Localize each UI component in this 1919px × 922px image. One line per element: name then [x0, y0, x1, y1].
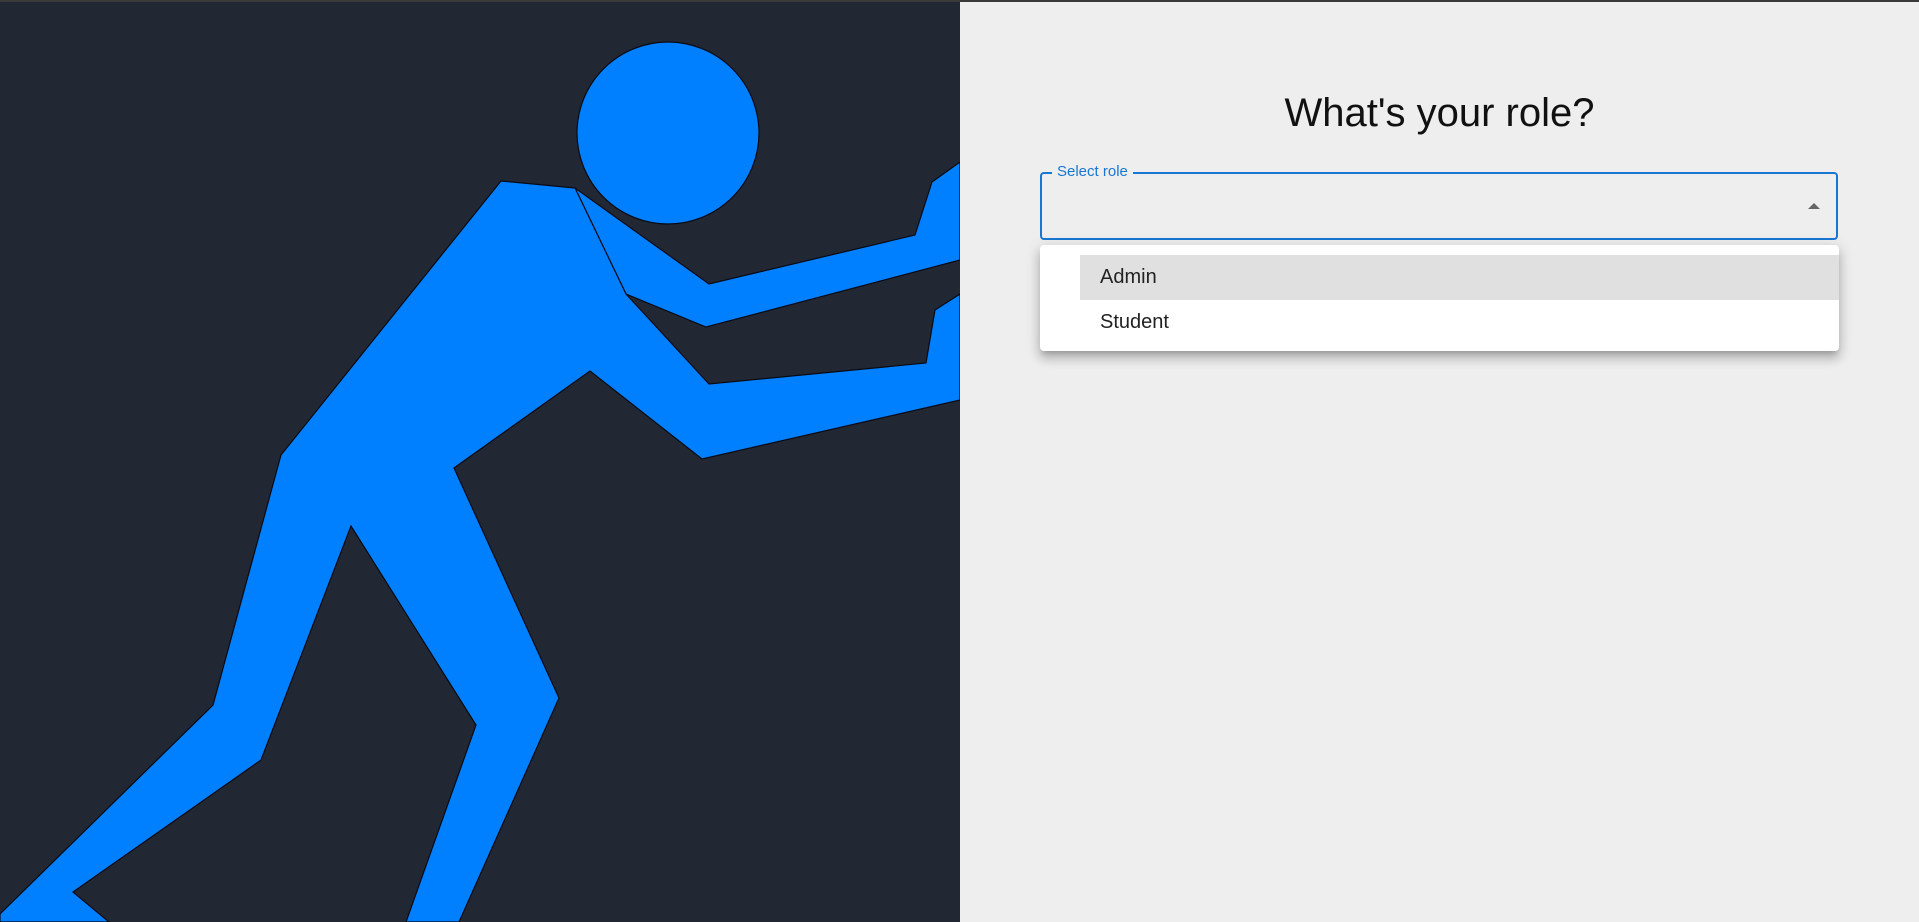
caret-up-icon[interactable]: [1808, 203, 1820, 209]
figure-head: [576, 41, 760, 225]
role-select-label: Select role: [1052, 163, 1133, 181]
illustration-panel: [0, 2, 960, 922]
role-form-panel: What's your role? Select role Admin Stud…: [960, 2, 1919, 922]
role-select[interactable]: Select role: [1040, 163, 1838, 240]
role-selection-page: What's your role? Select role Admin Stud…: [0, 0, 1919, 922]
page-title: What's your role?: [1284, 91, 1595, 135]
option-student[interactable]: Student: [1080, 300, 1839, 345]
role-options-menu: Admin Student: [1040, 245, 1839, 351]
pushing-figure-illustration: [0, 41, 960, 922]
option-admin[interactable]: Admin: [1080, 255, 1839, 300]
